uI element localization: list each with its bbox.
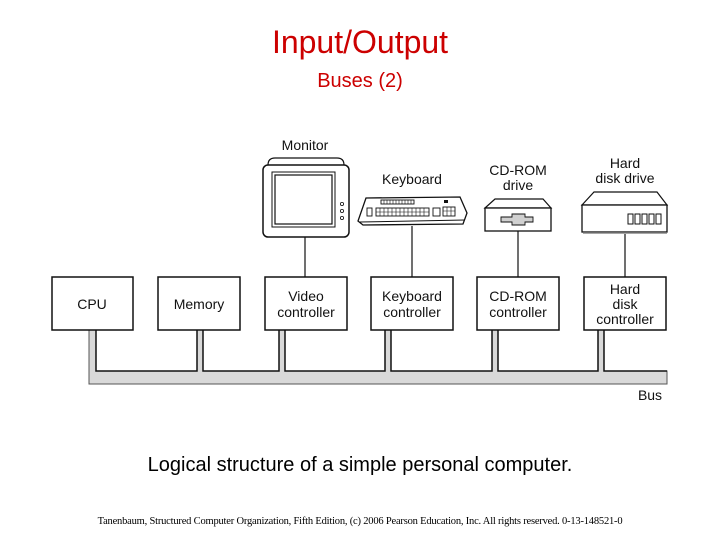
component-label: controller	[489, 304, 547, 320]
monitor-icon	[262, 157, 350, 238]
bus: Bus	[88, 329, 668, 403]
component-label: CD-ROM	[489, 288, 547, 304]
component-label: controller	[596, 311, 654, 327]
component-cpu: CPU	[51, 276, 134, 331]
component-label: controller	[383, 304, 441, 320]
component-video-controller: Video controller	[264, 276, 348, 331]
device-label: drive	[503, 177, 534, 193]
component-hard-disk-controller: Hard disk controller	[583, 276, 667, 331]
hard-disk-drive-icon	[580, 191, 669, 234]
component-memory: Memory	[157, 276, 241, 331]
component-label: Hard	[610, 281, 640, 297]
component-cdrom-controller: CD-ROM controller	[476, 276, 560, 331]
component-keyboard-controller: Keyboard controller	[370, 276, 454, 331]
device-hard-disk-drive: Hard disk drive	[580, 155, 669, 234]
device-label: disk drive	[595, 170, 654, 186]
cdrom-drive-icon	[483, 198, 553, 232]
device-connectors	[304, 226, 626, 277]
figure-caption: Logical structure of a simple personal c…	[147, 454, 573, 476]
device-label: Hard	[610, 155, 640, 171]
copyright-credit: Tanenbaum, Structured Computer Organizat…	[97, 516, 623, 527]
component-label: disk	[613, 296, 639, 312]
device-keyboard: Keyboard	[357, 171, 468, 226]
device-label: Keyboard	[382, 171, 442, 187]
component-label: Memory	[174, 296, 225, 312]
component-label: CPU	[77, 296, 107, 312]
device-cdrom-drive: CD-ROM drive	[483, 162, 553, 232]
device-label: CD-ROM	[489, 162, 547, 178]
component-label: Keyboard	[382, 288, 442, 304]
device-label: Monitor	[282, 137, 329, 153]
keyboard-icon	[357, 196, 468, 226]
bus-label: Bus	[638, 387, 662, 403]
component-label: Video	[288, 288, 324, 304]
component-label: controller	[277, 304, 335, 320]
device-monitor: Monitor	[262, 137, 350, 238]
